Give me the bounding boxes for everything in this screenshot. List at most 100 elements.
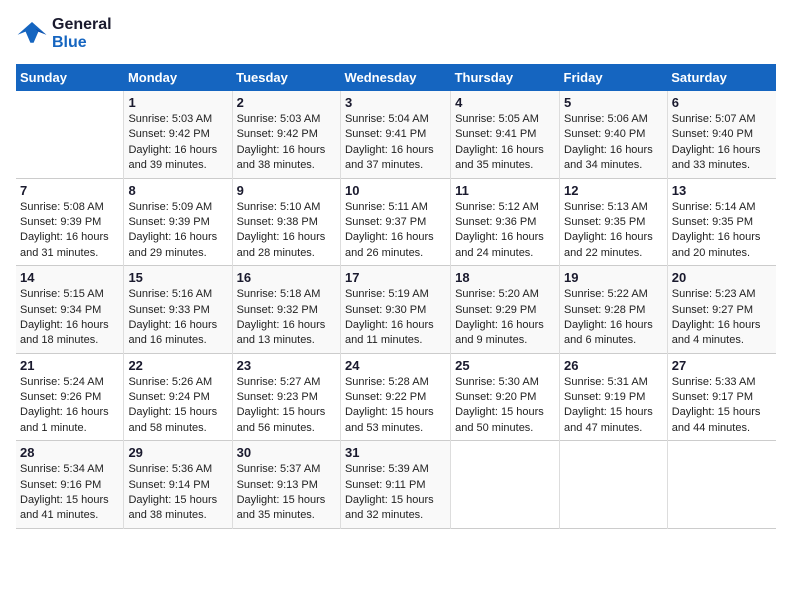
day-info: Sunrise: 5:07 AM Sunset: 9:40 PM Dayligh…: [672, 112, 772, 174]
week-row-4: 21Sunrise: 5:24 AM Sunset: 9:26 PM Dayli…: [16, 353, 776, 441]
day-number: 13: [672, 183, 772, 198]
day-info: Sunrise: 5:05 AM Sunset: 9:41 PM Dayligh…: [455, 112, 555, 174]
day-info: Sunrise: 5:20 AM Sunset: 9:29 PM Dayligh…: [455, 287, 555, 349]
calendar-cell: [667, 441, 776, 529]
day-info: Sunrise: 5:39 AM Sunset: 9:11 PM Dayligh…: [345, 462, 446, 524]
calendar-cell: 17Sunrise: 5:19 AM Sunset: 9:30 PM Dayli…: [340, 266, 450, 354]
calendar-table: SundayMondayTuesdayWednesdayThursdayFrid…: [16, 64, 776, 529]
header-cell-thursday: Thursday: [451, 64, 560, 91]
day-number: 24: [345, 358, 446, 373]
calendar-cell: 9 Sunrise: 5:10 AM Sunset: 9:38 PM Daylig…: [232, 178, 340, 266]
header-cell-sunday: Sunday: [16, 64, 124, 91]
calendar-cell: 1 Sunrise: 5:03 AM Sunset: 9:42 PM Daylig…: [124, 91, 232, 178]
header-cell-tuesday: Tuesday: [232, 64, 340, 91]
calendar-cell: 18 Sunrise: 5:20 AM Sunset: 9:29 PM Dayli…: [451, 266, 560, 354]
calendar-cell: 14 Sunrise: 5:15 AM Sunset: 9:34 PM Dayli…: [16, 266, 124, 354]
calendar-cell: [560, 441, 668, 529]
calendar-cell: [16, 91, 124, 178]
day-number: 26: [564, 358, 663, 373]
calendar-cell: 30 Sunrise: 5:37 AM Sunset: 9:13 PM Dayli…: [232, 441, 340, 529]
calendar-cell: 8 Sunrise: 5:09 AM Sunset: 9:39 PM Daylig…: [124, 178, 232, 266]
calendar-cell: [451, 441, 560, 529]
day-info: Sunrise: 5:19 AM Sunset: 9:30 PM Dayligh…: [345, 287, 446, 349]
day-number: 9: [237, 183, 336, 198]
calendar-cell: 11Sunrise: 5:12 AM Sunset: 9:36 PM Dayli…: [451, 178, 560, 266]
calendar-cell: 4 Sunrise: 5:05 AM Sunset: 9:41 PM Daylig…: [451, 91, 560, 178]
week-row-1: 1 Sunrise: 5:03 AM Sunset: 9:42 PM Daylig…: [16, 91, 776, 178]
calendar-cell: 22 Sunrise: 5:26 AM Sunset: 9:24 PM Dayli…: [124, 353, 232, 441]
week-row-3: 14 Sunrise: 5:15 AM Sunset: 9:34 PM Dayli…: [16, 266, 776, 354]
calendar-cell: 25 Sunrise: 5:30 AM Sunset: 9:20 PM Dayli…: [451, 353, 560, 441]
calendar-cell: 7 Sunrise: 5:08 AM Sunset: 9:39 PM Daylig…: [16, 178, 124, 266]
day-info: Sunrise: 5:06 AM Sunset: 9:40 PM Dayligh…: [564, 112, 663, 174]
calendar-cell: 24 Sunrise: 5:28 AM Sunset: 9:22 PM Dayli…: [340, 353, 450, 441]
calendar-cell: 21Sunrise: 5:24 AM Sunset: 9:26 PM Dayli…: [16, 353, 124, 441]
day-info: Sunrise: 5:30 AM Sunset: 9:20 PM Dayligh…: [455, 375, 555, 437]
day-info: Sunrise: 5:18 AM Sunset: 9:32 PM Dayligh…: [237, 287, 336, 349]
day-number: 18: [455, 270, 555, 285]
calendar-cell: 23Sunrise: 5:27 AM Sunset: 9:23 PM Dayli…: [232, 353, 340, 441]
day-number: 1: [128, 95, 227, 110]
calendar-cell: 12 Sunrise: 5:13 AM Sunset: 9:35 PM Dayli…: [560, 178, 668, 266]
day-number: 4: [455, 95, 555, 110]
header-row: SundayMondayTuesdayWednesdayThursdayFrid…: [16, 64, 776, 91]
day-number: 3: [345, 95, 446, 110]
day-number: 8: [128, 183, 227, 198]
week-row-5: 28 Sunrise: 5:34 AM Sunset: 9:16 PM Dayli…: [16, 441, 776, 529]
header-cell-monday: Monday: [124, 64, 232, 91]
calendar-cell: 16 Sunrise: 5:18 AM Sunset: 9:32 PM Dayli…: [232, 266, 340, 354]
day-info: Sunrise: 5:27 AM Sunset: 9:23 PM Dayligh…: [237, 375, 336, 437]
day-number: 30: [237, 445, 336, 460]
calendar-cell: 27Sunrise: 5:33 AM Sunset: 9:17 PM Dayli…: [667, 353, 776, 441]
calendar-cell: 28 Sunrise: 5:34 AM Sunset: 9:16 PM Dayli…: [16, 441, 124, 529]
day-number: 20: [672, 270, 772, 285]
day-number: 22: [128, 358, 227, 373]
day-info: Sunrise: 5:34 AM Sunset: 9:16 PM Dayligh…: [20, 462, 119, 524]
day-number: 25: [455, 358, 555, 373]
header-cell-friday: Friday: [560, 64, 668, 91]
header-cell-wednesday: Wednesday: [340, 64, 450, 91]
day-number: 15: [128, 270, 227, 285]
calendar-cell: 29 Sunrise: 5:36 AM Sunset: 9:14 PM Dayli…: [124, 441, 232, 529]
logo: General Blue: [16, 16, 112, 52]
day-info: Sunrise: 5:14 AM Sunset: 9:35 PM Dayligh…: [672, 200, 772, 262]
calendar-cell: 19Sunrise: 5:22 AM Sunset: 9:28 PM Dayli…: [560, 266, 668, 354]
logo-bird-icon: [16, 20, 48, 48]
calendar-cell: 15 Sunrise: 5:16 AM Sunset: 9:33 PM Dayli…: [124, 266, 232, 354]
logo-text: General Blue: [52, 16, 112, 52]
calendar-cell: 26Sunrise: 5:31 AM Sunset: 9:19 PM Dayli…: [560, 353, 668, 441]
day-info: Sunrise: 5:09 AM Sunset: 9:39 PM Dayligh…: [128, 200, 227, 262]
day-info: Sunrise: 5:26 AM Sunset: 9:24 PM Dayligh…: [128, 375, 227, 437]
day-number: 2: [237, 95, 336, 110]
calendar-cell: 10Sunrise: 5:11 AM Sunset: 9:37 PM Dayli…: [340, 178, 450, 266]
day-number: 29: [128, 445, 227, 460]
day-info: Sunrise: 5:11 AM Sunset: 9:37 PM Dayligh…: [345, 200, 446, 262]
day-number: 16: [237, 270, 336, 285]
day-info: Sunrise: 5:36 AM Sunset: 9:14 PM Dayligh…: [128, 462, 227, 524]
day-info: Sunrise: 5:03 AM Sunset: 9:42 PM Dayligh…: [128, 112, 227, 174]
day-info: Sunrise: 5:15 AM Sunset: 9:34 PM Dayligh…: [20, 287, 119, 349]
day-number: 7: [20, 183, 119, 198]
day-number: 12: [564, 183, 663, 198]
day-number: 11: [455, 183, 555, 198]
day-info: Sunrise: 5:37 AM Sunset: 9:13 PM Dayligh…: [237, 462, 336, 524]
day-info: Sunrise: 5:22 AM Sunset: 9:28 PM Dayligh…: [564, 287, 663, 349]
day-number: 28: [20, 445, 119, 460]
day-info: Sunrise: 5:23 AM Sunset: 9:27 PM Dayligh…: [672, 287, 772, 349]
day-info: Sunrise: 5:24 AM Sunset: 9:26 PM Dayligh…: [20, 375, 119, 437]
day-info: Sunrise: 5:08 AM Sunset: 9:39 PM Dayligh…: [20, 200, 119, 262]
week-row-2: 7 Sunrise: 5:08 AM Sunset: 9:39 PM Daylig…: [16, 178, 776, 266]
day-number: 14: [20, 270, 119, 285]
day-number: 6: [672, 95, 772, 110]
calendar-cell: 20 Sunrise: 5:23 AM Sunset: 9:27 PM Dayli…: [667, 266, 776, 354]
calendar-cell: 6 Sunrise: 5:07 AM Sunset: 9:40 PM Daylig…: [667, 91, 776, 178]
day-info: Sunrise: 5:04 AM Sunset: 9:41 PM Dayligh…: [345, 112, 446, 174]
header-cell-saturday: Saturday: [667, 64, 776, 91]
day-info: Sunrise: 5:10 AM Sunset: 9:38 PM Dayligh…: [237, 200, 336, 262]
day-info: Sunrise: 5:16 AM Sunset: 9:33 PM Dayligh…: [128, 287, 227, 349]
calendar-cell: 13 Sunrise: 5:14 AM Sunset: 9:35 PM Dayli…: [667, 178, 776, 266]
day-number: 5: [564, 95, 663, 110]
day-info: Sunrise: 5:13 AM Sunset: 9:35 PM Dayligh…: [564, 200, 663, 262]
calendar-cell: 3 Sunrise: 5:04 AM Sunset: 9:41 PM Daylig…: [340, 91, 450, 178]
day-info: Sunrise: 5:28 AM Sunset: 9:22 PM Dayligh…: [345, 375, 446, 437]
